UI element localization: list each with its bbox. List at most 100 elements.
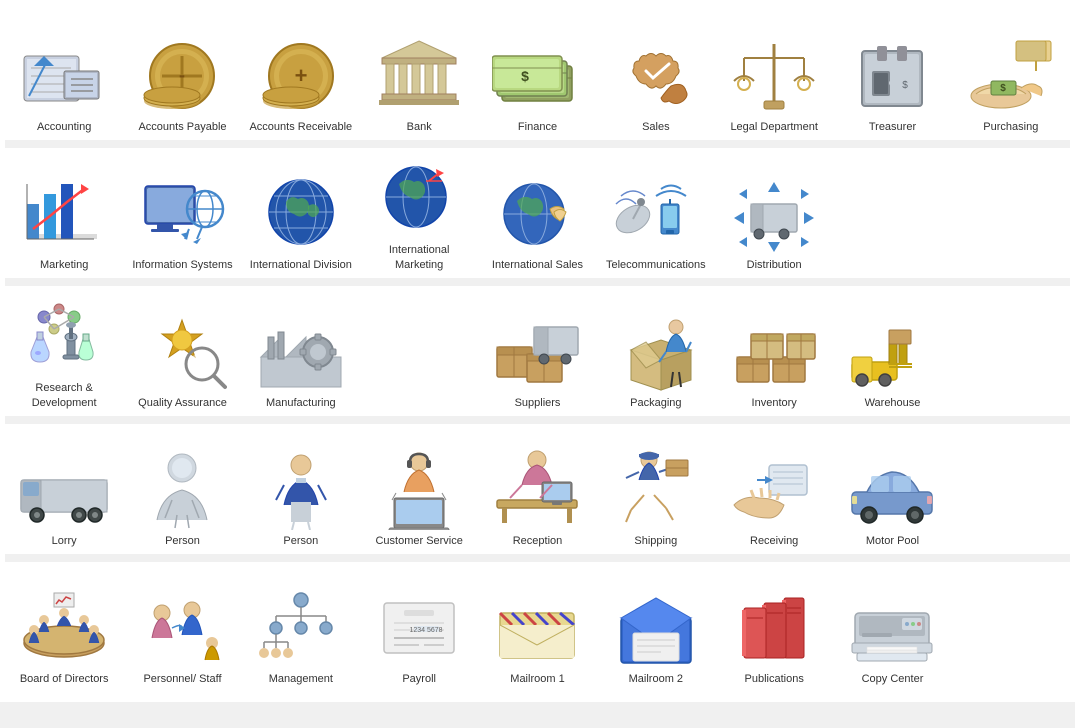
svg-text:+: +	[294, 63, 307, 88]
empty2-icon	[966, 188, 1056, 268]
svg-text:$: $	[1000, 83, 1006, 94]
icon-cell-accounts-payable[interactable]: - Accounts Payable	[123, 10, 241, 140]
reception-icon	[492, 450, 582, 530]
bank-label: Bank	[407, 120, 432, 134]
icon-cell-empty5	[952, 424, 1070, 554]
board-of-directors-label: Board of Directors	[20, 672, 109, 686]
distribution-icon	[729, 174, 819, 254]
sales-icon	[611, 36, 701, 116]
international-sales-icon	[492, 174, 582, 254]
packaging-icon	[611, 312, 701, 392]
icon-cell-lorry[interactable]: Lorry	[5, 424, 123, 554]
suppliers-label: Suppliers	[515, 396, 561, 410]
icon-cell-publications[interactable]: Publications	[715, 562, 833, 692]
icon-cell-distribution[interactable]: Distribution	[715, 148, 833, 278]
svg-text:$: $	[522, 68, 530, 84]
icon-cell-sales[interactable]: Sales	[597, 10, 715, 140]
warehouse-label: Warehouse	[865, 396, 921, 410]
sales-label: Sales	[642, 120, 670, 134]
icon-cell-person1[interactable]: Person	[123, 424, 241, 554]
empty6-icon	[966, 602, 1056, 682]
icon-cell-personnel-staff[interactable]: Personnel/ Staff	[123, 562, 241, 692]
bank-icon	[374, 36, 464, 116]
icon-cell-copy-center[interactable]: Copy Center	[833, 562, 951, 692]
icon-cell-empty4	[952, 286, 1070, 416]
board-of-directors-icon	[19, 588, 109, 668]
icon-cell-shipping[interactable]: Shipping	[597, 424, 715, 554]
icon-cell-international-division[interactable]: International Division	[242, 148, 360, 278]
accounts-receivable-label: Accounts Receivable	[249, 120, 352, 134]
icon-cell-management[interactable]: Management	[242, 562, 360, 692]
distribution-label: Distribution	[747, 258, 802, 272]
payroll-icon: 1234 5678	[374, 588, 464, 668]
icon-cell-marketing[interactable]: Marketing	[5, 148, 123, 278]
personnel-staff-label: Personnel/ Staff	[143, 672, 221, 686]
icon-cell-purchasing[interactable]: $ Purchasing	[952, 10, 1070, 140]
row-separator-5	[5, 554, 1070, 562]
shipping-label: Shipping	[634, 534, 677, 548]
quality-assurance-label: Quality Assurance	[138, 396, 227, 410]
icon-cell-empty6	[952, 562, 1070, 692]
icon-cell-person2[interactable]: Person	[242, 424, 360, 554]
copy-center-label: Copy Center	[862, 672, 924, 686]
row-separator-2	[5, 140, 1070, 148]
icon-cell-receiving[interactable]: Receiving	[715, 424, 833, 554]
icon-cell-mailroom1[interactable]: Mailroom 1	[478, 562, 596, 692]
icon-cell-quality-assurance[interactable]: Quality Assurance	[123, 286, 241, 416]
quality-assurance-icon	[137, 312, 227, 392]
inventory-label: Inventory	[752, 396, 797, 410]
icon-cell-mailroom2[interactable]: Mailroom 2	[597, 562, 715, 692]
empty5-icon	[966, 464, 1056, 544]
marketing-icon	[19, 174, 109, 254]
purchasing-label: Purchasing	[983, 120, 1038, 134]
receiving-icon	[729, 450, 819, 530]
icon-cell-information-systems[interactable]: Information Systems	[123, 148, 241, 278]
svg-text:$: $	[903, 80, 909, 91]
accounting-icon	[19, 36, 109, 116]
svg-text:1234 5678: 1234 5678	[410, 627, 443, 634]
icon-cell-suppliers[interactable]: Suppliers	[478, 286, 596, 416]
telecommunications-label: Telecommunications	[606, 258, 706, 272]
icon-cell-reception[interactable]: Reception	[478, 424, 596, 554]
icon-cell-telecommunications[interactable]: Telecommunications	[597, 148, 715, 278]
icon-cell-international-marketing[interactable]: International Marketing	[360, 148, 478, 278]
icon-cell-research-development[interactable]: Research & Development	[5, 286, 123, 416]
icon-cell-empty3	[360, 286, 478, 416]
icon-cell-packaging[interactable]: Packaging	[597, 286, 715, 416]
icon-cell-payroll[interactable]: 1234 5678 Payroll	[360, 562, 478, 692]
management-icon	[256, 588, 346, 668]
person1-label: Person	[165, 534, 200, 548]
accounts-receivable-icon: +	[256, 36, 346, 116]
icon-cell-board-of-directors[interactable]: Board of Directors	[5, 562, 123, 692]
icon-cell-manufacturing[interactable]: Manufacturing	[242, 286, 360, 416]
icon-cell-treasurer[interactable]: $ Treasurer	[833, 10, 951, 140]
payroll-label: Payroll	[402, 672, 436, 686]
icon-cell-inventory[interactable]: Inventory	[715, 286, 833, 416]
international-marketing-label: International Marketing	[364, 243, 474, 272]
information-systems-label: Information Systems	[132, 258, 232, 272]
icon-cell-motor-pool[interactable]: Motor Pool	[833, 424, 951, 554]
icon-cell-bank[interactable]: Bank	[360, 10, 478, 140]
motor-pool-label: Motor Pool	[866, 534, 919, 548]
personnel-staff-icon	[137, 588, 227, 668]
icon-cell-customer-service[interactable]: Customer Service	[360, 424, 478, 554]
svg-text:-: -	[179, 65, 185, 85]
research-development-label: Research & Development	[9, 381, 119, 410]
treasurer-icon: $	[847, 36, 937, 116]
manufacturing-icon	[256, 312, 346, 392]
suppliers-icon	[492, 312, 582, 392]
icon-cell-international-sales[interactable]: International Sales	[478, 148, 596, 278]
icon-cell-finance[interactable]: $ $ $ Finance	[478, 10, 596, 140]
icon-cell-legal-department[interactable]: Legal Department	[715, 10, 833, 140]
customer-service-label: Customer Service	[375, 534, 462, 548]
person1-icon	[137, 450, 227, 530]
icon-cell-accounts-receivable[interactable]: + Accounts Receivable	[242, 10, 360, 140]
finance-icon: $ $ $	[492, 36, 582, 116]
receiving-label: Receiving	[750, 534, 798, 548]
telecommunications-icon	[611, 174, 701, 254]
icon-cell-accounting[interactable]: Accounting	[5, 10, 123, 140]
packaging-label: Packaging	[630, 396, 681, 410]
accounting-label: Accounting	[37, 120, 91, 134]
mailroom2-icon	[611, 588, 701, 668]
icon-cell-warehouse[interactable]: Warehouse	[833, 286, 951, 416]
